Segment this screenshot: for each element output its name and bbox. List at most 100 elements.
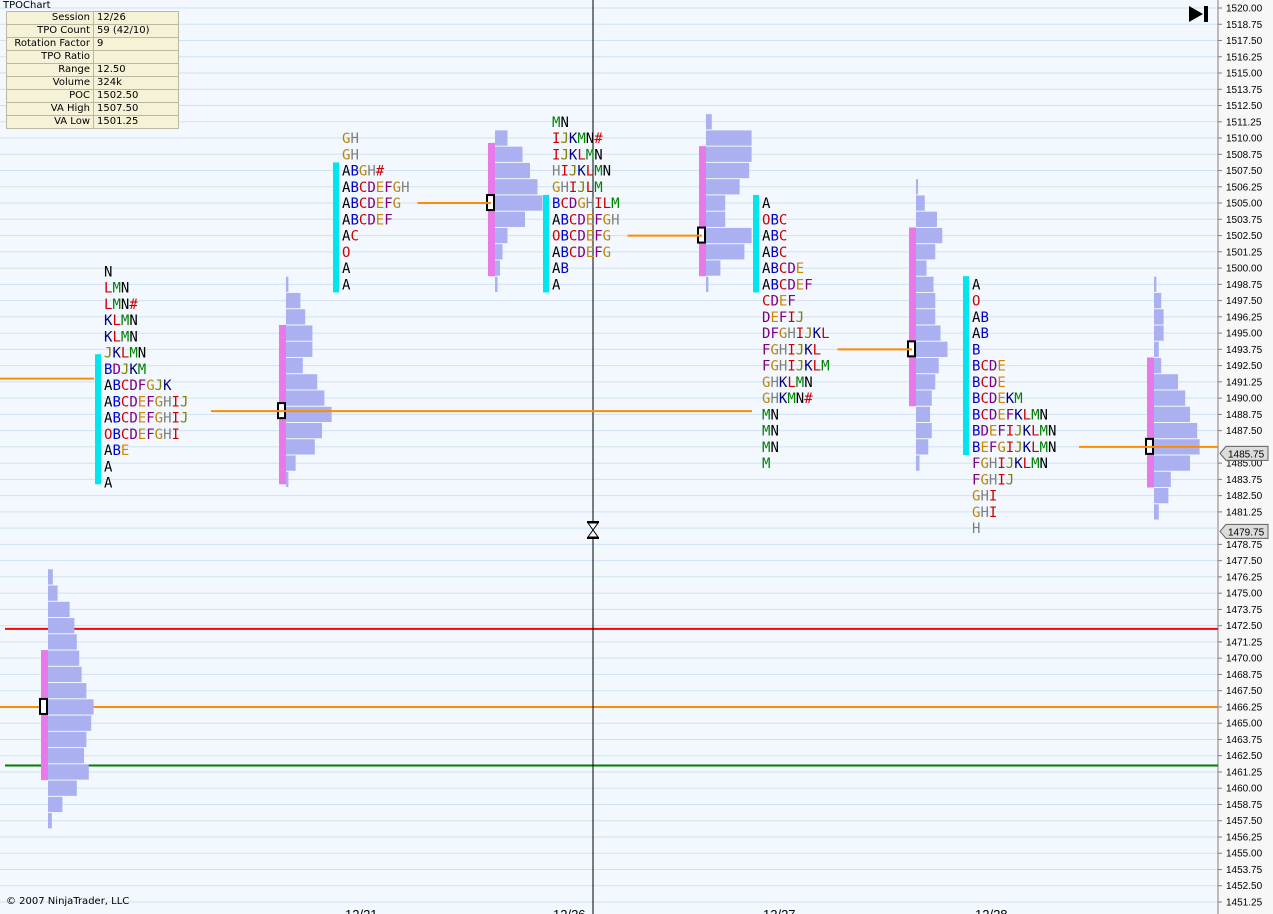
volume-bar bbox=[916, 455, 920, 471]
info-value: 9 bbox=[93, 37, 179, 51]
info-value bbox=[93, 50, 179, 64]
price-marker: 1479.75 bbox=[1219, 523, 1269, 539]
tpo-row: GHI bbox=[972, 505, 997, 521]
tick-label: 1478.75 bbox=[1226, 540, 1263, 551]
tpo-chart[interactable]: 1520.00 1518.75 1517.50 1516.25 1515.00 1513.… bbox=[0, 0, 1273, 914]
value-area-bar bbox=[1147, 357, 1154, 488]
skip-to-end-icon[interactable] bbox=[1187, 4, 1211, 24]
tick-label: 1468.75 bbox=[1226, 670, 1263, 681]
info-label: TPO Count bbox=[6, 24, 94, 38]
tick-label: 1465.00 bbox=[1226, 719, 1263, 730]
volume-bar bbox=[48, 780, 77, 796]
price-marker-label: 1485.75 bbox=[1228, 449, 1265, 460]
volume-bar bbox=[916, 227, 943, 244]
volume-bar bbox=[1154, 357, 1162, 374]
value-area-bar bbox=[333, 162, 339, 293]
info-label: Session bbox=[6, 11, 94, 25]
tpo-row: BDJKM bbox=[104, 362, 146, 378]
tick-label: 1512.50 bbox=[1226, 101, 1263, 112]
volume-bar bbox=[1154, 374, 1178, 390]
tpo-row: GH bbox=[342, 131, 359, 147]
price-marker-label: 1479.75 bbox=[1228, 527, 1265, 538]
tick-label: 1483.75 bbox=[1226, 475, 1263, 486]
volume-bar bbox=[286, 406, 332, 422]
tpo-row: A bbox=[552, 277, 561, 293]
tpo-row: A bbox=[104, 476, 113, 492]
volume-bar bbox=[286, 341, 313, 357]
tpo-row: HIJKLMN bbox=[552, 164, 611, 180]
volume-bar bbox=[916, 244, 936, 260]
tpo-row: OBCDEFG bbox=[552, 229, 611, 245]
tick-label: 1460.00 bbox=[1226, 784, 1263, 795]
tick-label: 1518.75 bbox=[1226, 20, 1263, 31]
tick-label: 1476.25 bbox=[1226, 572, 1263, 583]
tick-label: 1490.00 bbox=[1226, 394, 1263, 405]
x-axis-label: 12/21 bbox=[345, 907, 378, 914]
volume-bar bbox=[1154, 455, 1190, 471]
tick-label: 1506.25 bbox=[1226, 182, 1263, 193]
poc-marker bbox=[39, 697, 48, 715]
volume-bar bbox=[48, 650, 80, 666]
volume-bar bbox=[495, 195, 543, 211]
tick-label: 1498.75 bbox=[1226, 280, 1263, 291]
volume-bar bbox=[286, 292, 301, 309]
info-row-rotation-factor: Rotation Factor 9 bbox=[6, 37, 179, 51]
tick-label: 1516.25 bbox=[1226, 52, 1263, 63]
tick-label: 1473.75 bbox=[1226, 605, 1263, 616]
tpo-row: GHKLMN bbox=[762, 375, 813, 391]
info-value: 1501.25 bbox=[93, 115, 179, 129]
session-info-table: Session 12/26 TPO Count 59 (42/10) Rotatio… bbox=[6, 11, 179, 129]
tpo-row: MN bbox=[552, 115, 569, 131]
tpo-row: CDEF bbox=[762, 294, 796, 310]
tpo-row: ABCDEFGHIJ bbox=[104, 411, 188, 427]
tick-label: 1458.75 bbox=[1226, 800, 1263, 811]
x-axis-label: 12/26 bbox=[553, 907, 586, 914]
tpo-row: DFGHIJKL bbox=[762, 326, 830, 342]
volume-bar bbox=[48, 715, 92, 731]
info-label: VA Low bbox=[6, 115, 94, 129]
volume-bar bbox=[916, 374, 936, 390]
volume-bar bbox=[706, 276, 709, 292]
tpo-row: A bbox=[762, 196, 771, 212]
info-label: VA High bbox=[6, 102, 94, 116]
volume-bar bbox=[286, 276, 289, 292]
volume-bar bbox=[706, 114, 712, 130]
tick-label: 1470.00 bbox=[1226, 654, 1263, 665]
value-area-bar bbox=[963, 276, 969, 455]
volume-bar bbox=[916, 179, 918, 195]
volume-bar bbox=[916, 422, 932, 439]
tpo-row: GHKMN# bbox=[762, 391, 813, 407]
tick-label: 1515.00 bbox=[1226, 69, 1263, 80]
value-area-bar bbox=[753, 194, 759, 293]
tpo-row: ABCDEFGH bbox=[552, 212, 620, 228]
volume-bar bbox=[286, 325, 313, 341]
volume-bar bbox=[916, 292, 936, 309]
volume-bar bbox=[706, 260, 721, 276]
volume-bar bbox=[48, 618, 75, 634]
tpo-row: BEFGIJKLMN bbox=[972, 440, 1056, 456]
tick-label: 1475.00 bbox=[1226, 589, 1263, 600]
tick-label: 1492.50 bbox=[1226, 361, 1263, 372]
info-value: 12/26 bbox=[93, 11, 179, 25]
value-area-bar bbox=[699, 146, 706, 277]
volume-bar bbox=[916, 276, 934, 292]
tick-label: 1466.25 bbox=[1226, 702, 1263, 713]
volume-bar bbox=[286, 471, 289, 488]
tpo-row: MN bbox=[762, 424, 779, 440]
tpo-row: BCDE bbox=[972, 375, 1006, 391]
tpo-row: ABCDEF bbox=[342, 212, 393, 228]
tpo-row: N bbox=[104, 264, 112, 280]
tpo-row: A bbox=[104, 459, 113, 475]
volume-bar bbox=[916, 195, 925, 211]
volume-bar bbox=[706, 179, 740, 195]
volume-bar bbox=[706, 195, 726, 211]
tick-label: 1502.50 bbox=[1226, 231, 1263, 242]
tick-label: 1482.50 bbox=[1226, 491, 1263, 502]
volume-bar bbox=[495, 260, 500, 276]
volume-bar bbox=[706, 162, 750, 179]
volume-bar bbox=[495, 162, 530, 179]
tpo-row: AB bbox=[972, 310, 989, 326]
tpo-row: BDEFIJKLMN bbox=[972, 424, 1056, 440]
price-marker: 1485.75 bbox=[1219, 445, 1269, 461]
tick-label: 1456.25 bbox=[1226, 832, 1263, 843]
